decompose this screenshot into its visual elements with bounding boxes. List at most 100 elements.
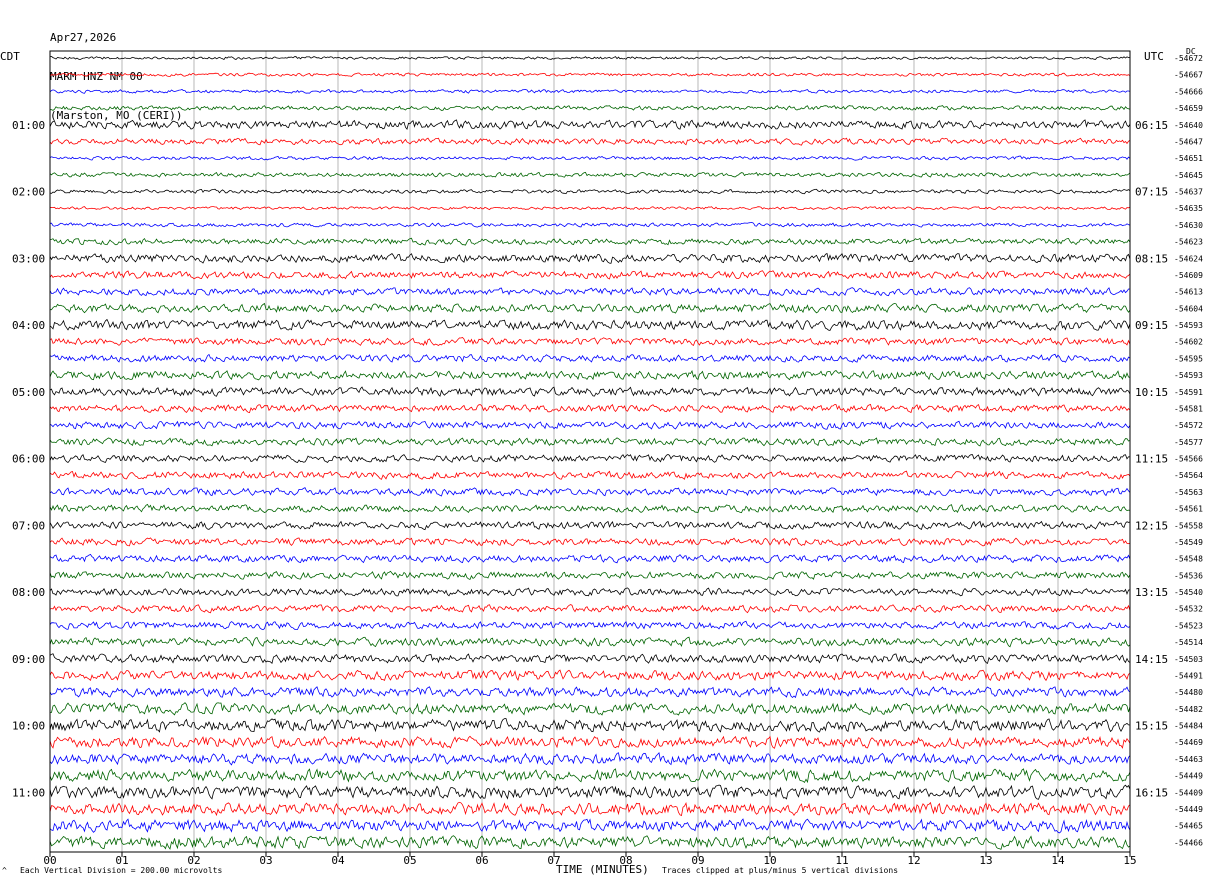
dc-offset-23: -54572: [1174, 421, 1203, 430]
dc-offset-17: -54593: [1174, 321, 1203, 330]
dc-offset-3: -54666: [1174, 87, 1203, 96]
dc-offset-28: -54561: [1174, 505, 1203, 514]
cdt-hour-label-5: 05:00: [12, 386, 45, 399]
dc-offset-15: -54613: [1174, 288, 1203, 297]
dc-offset-35: -54523: [1174, 621, 1203, 630]
dc-offset-33: -54540: [1174, 588, 1203, 597]
utc-hour-label-7: 12:15: [1135, 519, 1168, 532]
dc-offset-36: -54514: [1174, 638, 1203, 647]
utc-hour-label-4: 09:15: [1135, 319, 1168, 332]
seismic-traces: [50, 55, 1130, 850]
trace-33: [50, 587, 1130, 597]
dc-offset-47: -54465: [1174, 822, 1203, 831]
trace-20: [50, 369, 1130, 381]
trace-18: [50, 337, 1130, 346]
dc-offset-7: -54651: [1174, 154, 1203, 163]
trace-21: [50, 386, 1130, 397]
footer-division-note: Each Vertical Division = 200.00 microvol…: [20, 866, 223, 875]
dc-offset-29: -54558: [1174, 521, 1203, 530]
trace-27: [50, 487, 1130, 497]
trace-32: [50, 570, 1130, 581]
trace-5: [50, 119, 1130, 130]
trace-31: [50, 553, 1130, 564]
utc-hour-label-8: 13:15: [1135, 586, 1168, 599]
utc-hour-label-2: 07:15: [1135, 186, 1168, 199]
cdt-hour-label-1: 01:00: [12, 119, 45, 132]
dc-offset-12: -54623: [1174, 238, 1203, 247]
trace-46: [50, 801, 1130, 817]
trace-1: [50, 55, 1130, 61]
dc-offset-13: -54624: [1174, 254, 1203, 263]
trace-10: [50, 206, 1130, 211]
hour-labels: 01:00 06:15 02:00 07:15 03:00 08:15 04:00 09:15…: [12, 119, 1168, 800]
dc-offset-38: -54491: [1174, 671, 1203, 680]
trace-39: [50, 686, 1130, 699]
utc-hour-label-6: 11:15: [1135, 453, 1168, 466]
cdt-hour-label-3: 03:00: [12, 252, 45, 265]
dc-offset-4: -54659: [1174, 104, 1203, 113]
trace-3: [50, 89, 1130, 94]
trace-29: [50, 520, 1130, 531]
trace-38: [50, 669, 1130, 682]
trace-44: [50, 768, 1130, 784]
dc-offset-18: -54602: [1174, 338, 1203, 347]
dc-offset-44: -54449: [1174, 772, 1203, 781]
dc-offset-25: -54566: [1174, 455, 1203, 464]
dc-offset-14: -54609: [1174, 271, 1203, 280]
dc-offset-24: -54577: [1174, 438, 1203, 447]
cdt-hour-label-10: 10:00: [12, 720, 45, 733]
trace-17: [50, 318, 1130, 331]
dc-offset-39: -54480: [1174, 688, 1203, 697]
trace-22: [50, 403, 1130, 414]
dc-offset-20: -54593: [1174, 371, 1203, 380]
footer-clip-note: Traces clipped at plus/minus 5 vertical …: [662, 866, 899, 875]
x-axis-title: TIME (MINUTES): [556, 863, 649, 876]
helicorder-plot: 00 01 02 03 04 05 06 07 08 09 10 11 12 13 14 15 01:00 06…: [12, 50, 1203, 867]
x-tick-label-15: 15: [1123, 854, 1136, 867]
trace-2: [50, 72, 1130, 78]
x-tick-label-06: 06: [475, 854, 488, 867]
dc-offset-34: -54532: [1174, 605, 1203, 614]
x-tick-label-13: 13: [979, 854, 992, 867]
trace-48: [50, 835, 1130, 850]
dc-offset-9: -54637: [1174, 188, 1203, 197]
dc-offset-30: -54549: [1174, 538, 1203, 547]
cdt-hour-label-9: 09:00: [12, 653, 45, 666]
utc-hour-label-10: 15:15: [1135, 720, 1168, 733]
corner-mark: ^: [2, 866, 7, 875]
cdt-hour-label-11: 11:00: [12, 786, 45, 799]
dc-offset-43: -54463: [1174, 755, 1203, 764]
trace-43: [50, 752, 1130, 766]
utc-hour-label-9: 14:15: [1135, 653, 1168, 666]
trace-28: [50, 503, 1130, 514]
dc-offset-45: -54409: [1174, 788, 1203, 797]
dc-offset-21: -54591: [1174, 388, 1203, 397]
dc-offset-42: -54469: [1174, 738, 1203, 747]
trace-47: [50, 818, 1130, 834]
trace-30: [50, 537, 1130, 547]
cdt-hour-label-4: 04:00: [12, 319, 45, 332]
utc-hour-label-11: 16:15: [1135, 786, 1168, 799]
trace-25: [50, 453, 1130, 464]
dc-offset-41: -54484: [1174, 722, 1203, 731]
trace-8: [50, 171, 1130, 178]
trace-23: [50, 420, 1130, 430]
trace-34: [50, 604, 1130, 614]
trace-11: [50, 222, 1130, 228]
dc-offset-6: -54647: [1174, 137, 1203, 146]
dc-offset-19: -54595: [1174, 354, 1203, 363]
x-tick-label-05: 05: [403, 854, 416, 867]
dc-offset-46: -54449: [1174, 805, 1203, 814]
trace-7: [50, 155, 1130, 161]
trace-24: [50, 437, 1130, 447]
utc-hour-label-3: 08:15: [1135, 252, 1168, 265]
dc-offset-10: -54635: [1174, 204, 1203, 213]
trace-16: [50, 302, 1130, 314]
trace-26: [50, 470, 1130, 480]
dc-offset-48: -54466: [1174, 838, 1203, 847]
cdt-hour-label-6: 06:00: [12, 453, 45, 466]
dc-offset-16: -54604: [1174, 304, 1203, 313]
dc-offset-11: -54630: [1174, 221, 1203, 230]
trace-41: [50, 718, 1130, 733]
dc-offset-22: -54581: [1174, 404, 1203, 413]
